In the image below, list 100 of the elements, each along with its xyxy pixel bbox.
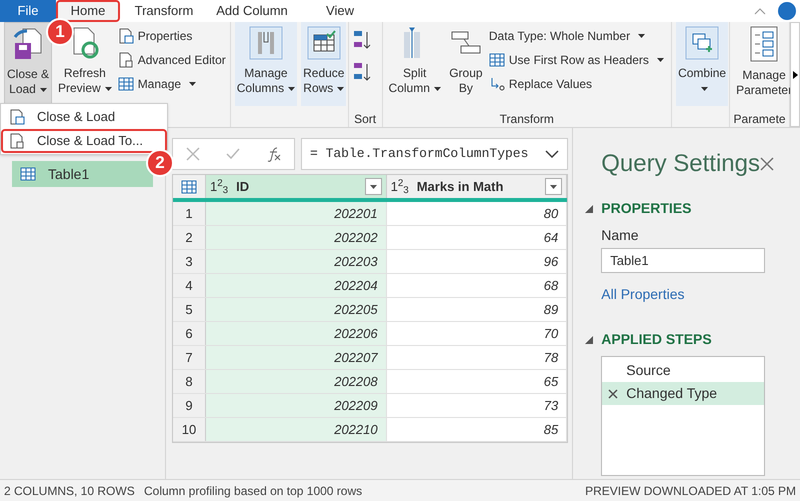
ribbon-button[interactable]: Data Type: Whole Number xyxy=(488,26,664,45)
row-number: 7 xyxy=(172,346,206,369)
ribbon-button[interactable]: Manage Columns xyxy=(234,22,298,106)
sort-descending-icon[interactable] xyxy=(352,62,371,82)
ribbon-button[interactable]: Close & Load xyxy=(4,22,52,106)
function-icon[interactable] xyxy=(266,146,282,162)
table-cell: 202204 xyxy=(206,274,387,297)
status-text: PREVIEW DOWNLOADED AT 1:05 PM xyxy=(585,482,796,500)
document-icon xyxy=(118,52,134,68)
ribbon-tab[interactable]: File xyxy=(0,0,56,22)
row-number: 1 xyxy=(172,202,206,225)
caret-icon xyxy=(656,58,664,62)
collapse-ribbon-icon[interactable] xyxy=(754,7,766,15)
table-cell: 65 xyxy=(386,370,568,393)
properties-icon xyxy=(118,28,134,44)
parameters-icon xyxy=(749,26,780,62)
close-icon[interactable] xyxy=(760,157,774,171)
ribbon-button[interactable]: Advanced Editor xyxy=(118,50,226,69)
step-item[interactable]: Changed Type xyxy=(602,382,764,405)
collapse-icon[interactable] xyxy=(585,204,594,212)
check-icon[interactable] xyxy=(225,146,242,162)
document-icon xyxy=(9,133,25,149)
collapse-icon[interactable] xyxy=(585,336,594,344)
table-cell: 68 xyxy=(386,274,568,297)
ribbon-button[interactable]: Group By xyxy=(446,22,485,106)
all-properties-link[interactable]: All Properties xyxy=(601,286,685,302)
row-number: 6 xyxy=(172,322,206,345)
filter-button[interactable] xyxy=(545,178,562,195)
table-cell: 78 xyxy=(386,346,568,369)
formula-field[interactable]: = Table.TransformColumnTypes xyxy=(300,138,568,170)
sort-ascending-icon[interactable] xyxy=(352,30,371,50)
table-icon xyxy=(118,76,134,92)
field-label: Name xyxy=(601,226,640,245)
ribbon-button[interactable]: Use First Row as Headers xyxy=(488,50,664,69)
table-cell: 89 xyxy=(386,298,568,321)
row-number: 10 xyxy=(172,418,206,441)
caret-icon xyxy=(40,88,47,92)
table-icon xyxy=(180,178,197,194)
row-number: 5 xyxy=(172,298,206,321)
column-name: ID xyxy=(236,178,250,196)
group-label: Paramete xyxy=(734,111,786,127)
ribbon-button[interactable]: Properties xyxy=(118,26,226,45)
menu-item[interactable]: Close & Load xyxy=(1,105,167,129)
ribbon-button[interactable]: Manage Parameter xyxy=(734,22,794,106)
caret-icon xyxy=(189,82,196,86)
caret-icon xyxy=(700,86,708,90)
caret-icon xyxy=(337,86,344,90)
status-text: 2 COLUMNS, 10 ROWS xyxy=(4,482,136,500)
table-icon xyxy=(20,166,36,182)
replace-icon xyxy=(488,76,505,92)
save-document-icon xyxy=(13,27,44,61)
table-icon xyxy=(488,52,505,68)
row-number: 4 xyxy=(172,274,206,297)
ribbon-button[interactable]: Reduce Rows xyxy=(301,22,346,106)
table-cell: 80 xyxy=(386,202,568,225)
row-number: 2 xyxy=(172,226,206,249)
table-cell: 73 xyxy=(386,394,568,417)
column-header[interactable]: 1$^{2}$$_{3}$ Marks in Math xyxy=(386,175,568,198)
table-cell: 202205 xyxy=(206,298,387,321)
columns-icon xyxy=(248,26,283,60)
ribbon-button[interactable]: Replace Values xyxy=(488,74,664,93)
column-header[interactable]: 1$^{2}$$_{3}$ ID xyxy=(206,175,387,198)
query-item[interactable]: Table1 xyxy=(12,161,153,187)
group-label: Sort xyxy=(354,111,376,127)
table-check-icon xyxy=(306,26,341,60)
table-cell: 96 xyxy=(386,250,568,273)
caret-icon xyxy=(638,34,646,38)
table-cell: 202208 xyxy=(206,370,387,393)
expand-icon[interactable] xyxy=(545,150,560,158)
name-field[interactable]: Table1 xyxy=(601,248,766,273)
table-cell: 202210 xyxy=(206,418,387,441)
table-cell: 85 xyxy=(386,418,568,441)
delete-icon[interactable] xyxy=(608,388,618,398)
section-heading: APPLIED STEPS xyxy=(601,330,712,349)
properties-icon xyxy=(9,109,25,125)
step-item[interactable]: Source xyxy=(602,359,764,382)
row-number: 3 xyxy=(172,250,206,273)
combine-tables-icon xyxy=(685,26,720,60)
ribbon-tab[interactable]: Home xyxy=(56,0,120,22)
table-cell: 64 xyxy=(386,226,568,249)
table-cell: 202206 xyxy=(206,322,387,345)
table-cell: 202209 xyxy=(206,394,387,417)
table-cell: 202207 xyxy=(206,346,387,369)
status-text: Column profiling based on top 1000 rows xyxy=(144,482,364,500)
pane-title: Query Settings xyxy=(601,149,760,179)
table-cell: 202202 xyxy=(206,226,387,249)
row-number: 8 xyxy=(172,370,206,393)
section-heading: PROPERTIES xyxy=(601,199,692,218)
table-cell: 202203 xyxy=(206,250,387,273)
filter-button[interactable] xyxy=(364,178,382,195)
column-name: Marks in Math xyxy=(416,178,504,196)
caret-icon xyxy=(104,86,112,90)
table-cell: 70 xyxy=(386,322,568,345)
ribbon-button[interactable]: Split Column xyxy=(386,22,443,106)
ribbon-button[interactable]: Combine xyxy=(676,22,728,106)
menu-item[interactable]: Close & Load To... xyxy=(1,129,167,153)
caret-icon xyxy=(370,184,377,188)
ribbon-button[interactable]: Manage xyxy=(118,74,226,93)
row-number: 9 xyxy=(172,394,206,417)
caret-icon xyxy=(550,184,558,188)
